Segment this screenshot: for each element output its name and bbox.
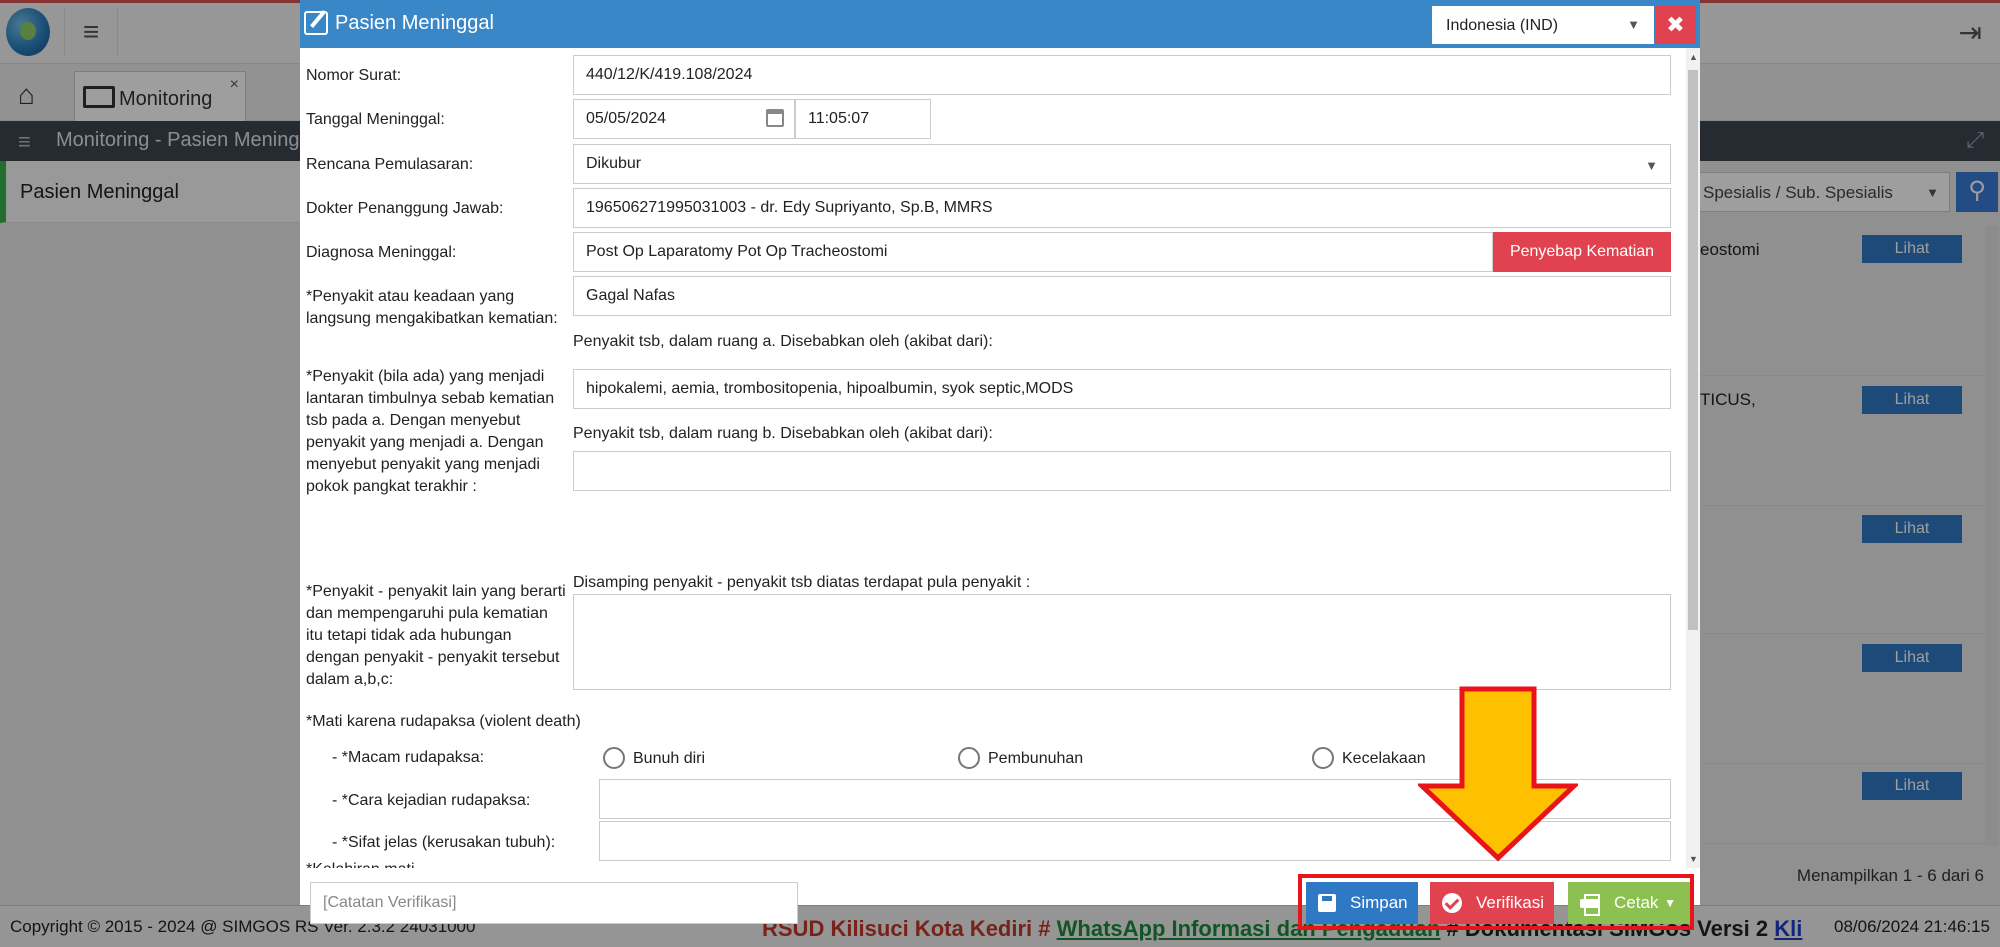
- scroll-up-icon[interactable]: ▲: [1689, 52, 1698, 62]
- penyakit-lain-label: *Penyakit - penyakit lain yang berarti d…: [306, 583, 566, 688]
- chevron-down-icon: ▼: [1645, 158, 1658, 173]
- modal-scrollbar[interactable]: ▲ ▼: [1686, 48, 1700, 868]
- modal-title: Pasien Meninggal: [335, 12, 494, 34]
- nomor-surat-input[interactable]: 440/12/K/419.108/2024: [573, 55, 1671, 95]
- rudapaksa-label: *Mati karena rudapaksa (violent death): [306, 713, 581, 730]
- radio-kecelakaan-label: Kecelakaan: [1342, 750, 1426, 767]
- macam-label: - *Macam rudapaksa:: [332, 749, 485, 766]
- nomor-surat-label: Nomor Surat:: [306, 67, 402, 84]
- sifat-label: - *Sifat jelas (kerusakan tubuh):: [332, 834, 556, 851]
- ruang-b-input[interactable]: [573, 451, 1671, 491]
- penyakit-langsung-label: *Penyakit atau keadaan yang langsung men…: [306, 288, 558, 327]
- radio-pembunuhan[interactable]: [958, 747, 980, 769]
- language-select[interactable]: Indonesia (IND) ▼: [1432, 6, 1654, 44]
- penyakit-langsung-input[interactable]: Gagal Nafas: [573, 276, 1671, 316]
- modal-header: Pasien Meninggal Indonesia (IND) ▼ ✖: [300, 0, 1700, 48]
- calendar-icon[interactable]: [766, 109, 784, 127]
- cara-label: - *Cara kejadian rudapaksa:: [332, 792, 531, 809]
- penyakit-lantaran-label: *Penyakit (bila ada) yang menjadi lantar…: [306, 368, 555, 495]
- edit-icon: [304, 11, 328, 35]
- diagnosa-input[interactable]: Post Op Laparatomy Pot Op Tracheostomi: [573, 232, 1493, 272]
- kelahiran-label: *Kelahiran mati: [306, 859, 415, 868]
- radio-kecelakaan[interactable]: [1312, 747, 1334, 769]
- dokter-label: Dokter Penanggung Jawab:: [306, 200, 504, 217]
- jam-input[interactable]: 11:05:07: [795, 99, 931, 139]
- rencana-value: Dikubur: [586, 155, 642, 172]
- scroll-down-icon[interactable]: ▼: [1689, 854, 1698, 864]
- rencana-select[interactable]: Dikubur ▼: [573, 144, 1671, 184]
- ruang-a-label: Penyakit tsb, dalam ruang a. Disebabkan …: [573, 333, 993, 350]
- tanggal-label: Tanggal Meninggal:: [306, 111, 445, 128]
- ruang-a-input[interactable]: hipokalemi, aemia, trombositopenia, hipo…: [573, 369, 1671, 409]
- rencana-label: Rencana Pemulasaran:: [306, 156, 474, 173]
- catatan-verifikasi-input[interactable]: [Catatan Verifikasi]: [310, 882, 798, 924]
- language-value: Indonesia (IND): [1446, 17, 1559, 34]
- annotation-down-arrow-icon: [1418, 686, 1578, 862]
- ruang-b-label: Penyakit tsb, dalam ruang b. Disebabkan …: [573, 425, 993, 442]
- radio-pembunuhan-label: Pembunuhan: [988, 750, 1084, 767]
- disamping-textarea[interactable]: [573, 594, 1671, 690]
- tanggal-value: 05/05/2024: [586, 110, 667, 127]
- annotation-highlight-box: [1298, 874, 1694, 930]
- tanggal-input[interactable]: 05/05/2024: [573, 99, 795, 139]
- scroll-thumb[interactable]: [1688, 70, 1698, 630]
- chevron-down-icon: ▼: [1627, 17, 1640, 32]
- diagnosa-label: Diagnosa Meninggal:: [306, 244, 457, 261]
- penyebab-kematian-button[interactable]: Penyebap Kematian: [1493, 232, 1671, 272]
- radio-bunuh-diri-label: Bunuh diri: [633, 750, 706, 767]
- disamping-label: Disamping penyakit - penyakit tsb diatas…: [573, 574, 1031, 591]
- close-button[interactable]: ✖: [1655, 6, 1696, 44]
- radio-bunuh-diri[interactable]: [603, 747, 625, 769]
- dokter-input[interactable]: 196506271995031003 - dr. Edy Supriyanto,…: [573, 188, 1671, 228]
